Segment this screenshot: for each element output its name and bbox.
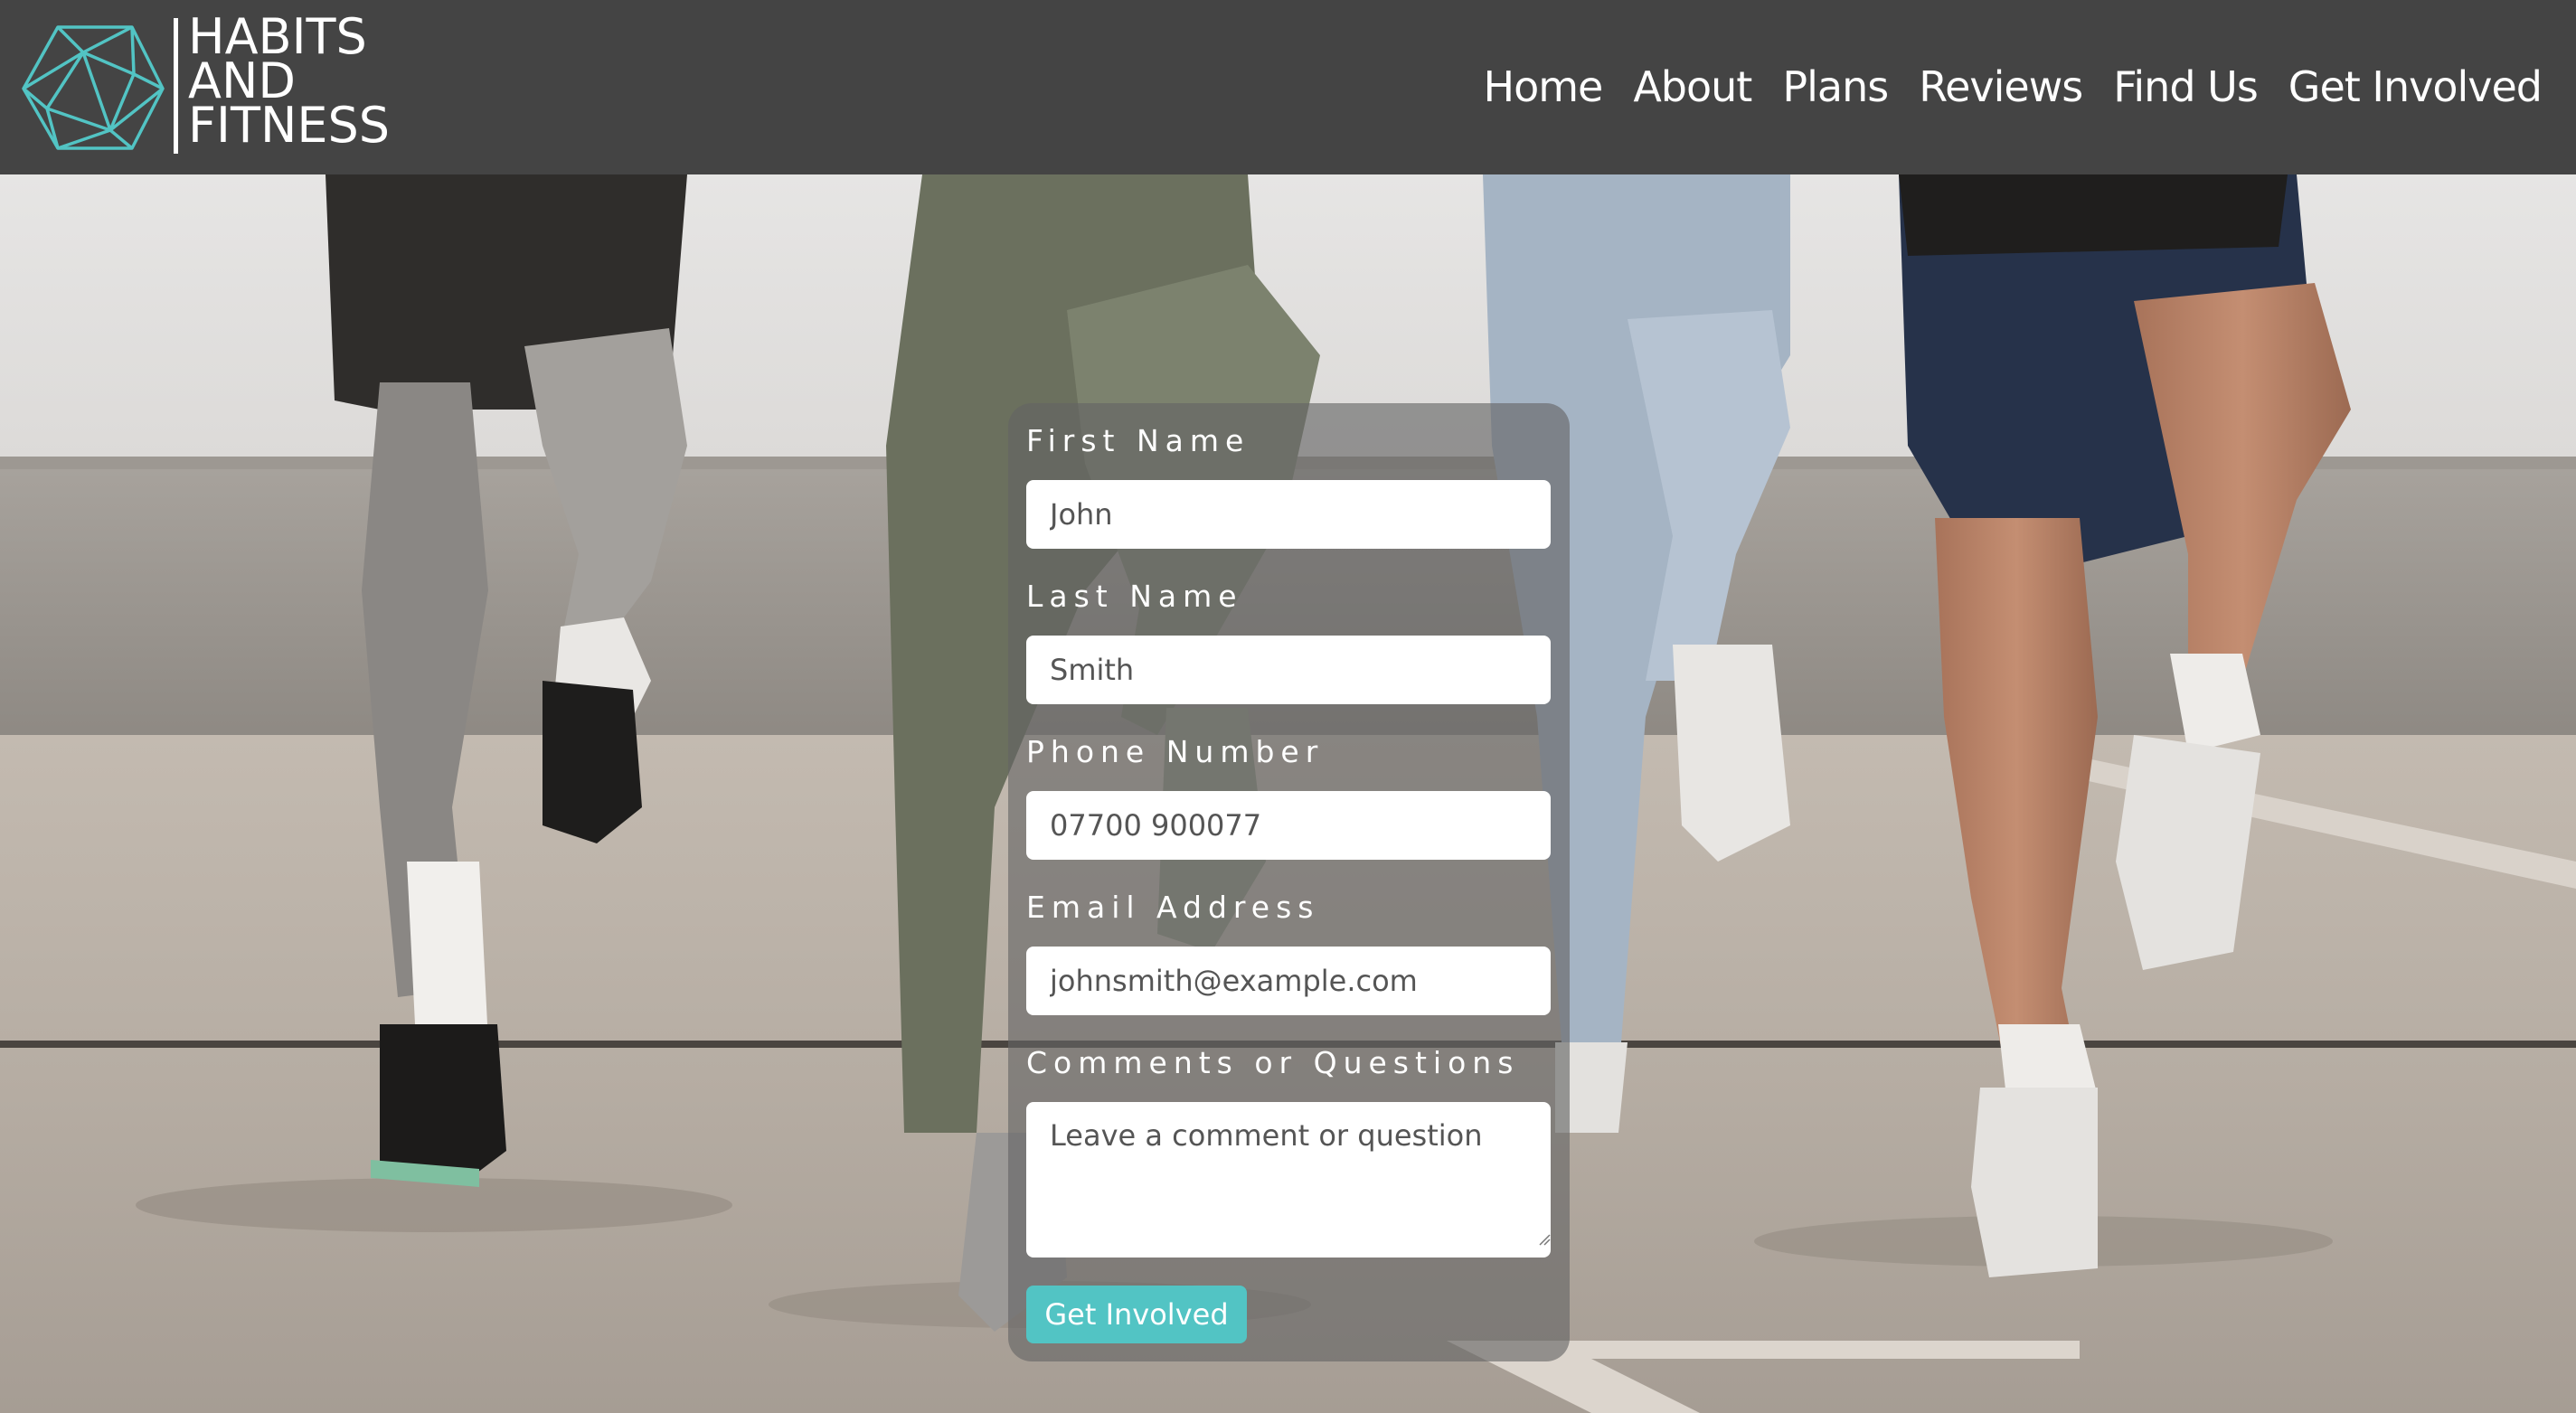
page: HABITS AND FITNESS Home About Plans Revi…: [0, 0, 2576, 1413]
main-nav: Home About Plans Reviews Find Us Get Inv…: [1484, 54, 2543, 119]
get-involved-form: First Name Last Name Phone Number Email …: [1008, 403, 1570, 1361]
last-name-label: Last Name: [1026, 579, 1243, 614]
email-address-input[interactable]: [1026, 947, 1551, 1015]
nav-home[interactable]: Home: [1484, 54, 1604, 119]
phone-number-input[interactable]: [1026, 791, 1551, 860]
first-name-label: First Name: [1026, 423, 1250, 458]
nav-reviews[interactable]: Reviews: [1919, 54, 2083, 119]
nav-find-us[interactable]: Find Us: [2113, 54, 2259, 119]
logo-line: FITNESS: [188, 97, 391, 154]
site-header: HABITS AND FITNESS Home About Plans Revi…: [0, 0, 2576, 174]
comments-label: Comments or Questions: [1026, 1045, 1520, 1080]
nav-get-involved[interactable]: Get Involved: [2288, 54, 2543, 119]
get-involved-submit-button[interactable]: Get Involved: [1026, 1286, 1247, 1343]
phone-number-label: Phone Number: [1026, 734, 1325, 769]
logo[interactable]: HABITS AND FITNESS: [20, 13, 427, 155]
logo-divider: [174, 18, 178, 154]
resize-grip-icon[interactable]: [1538, 1233, 1551, 1246]
comments-textarea[interactable]: [1026, 1102, 1551, 1258]
logo-wordmark: HABITS AND FITNESS: [188, 13, 391, 154]
nav-about[interactable]: About: [1633, 54, 1752, 119]
email-address-label: Email Address: [1026, 890, 1320, 925]
last-name-input[interactable]: [1026, 636, 1551, 704]
icosahedron-icon: [22, 25, 165, 150]
first-name-input[interactable]: [1026, 480, 1551, 549]
nav-plans[interactable]: Plans: [1782, 54, 1889, 119]
